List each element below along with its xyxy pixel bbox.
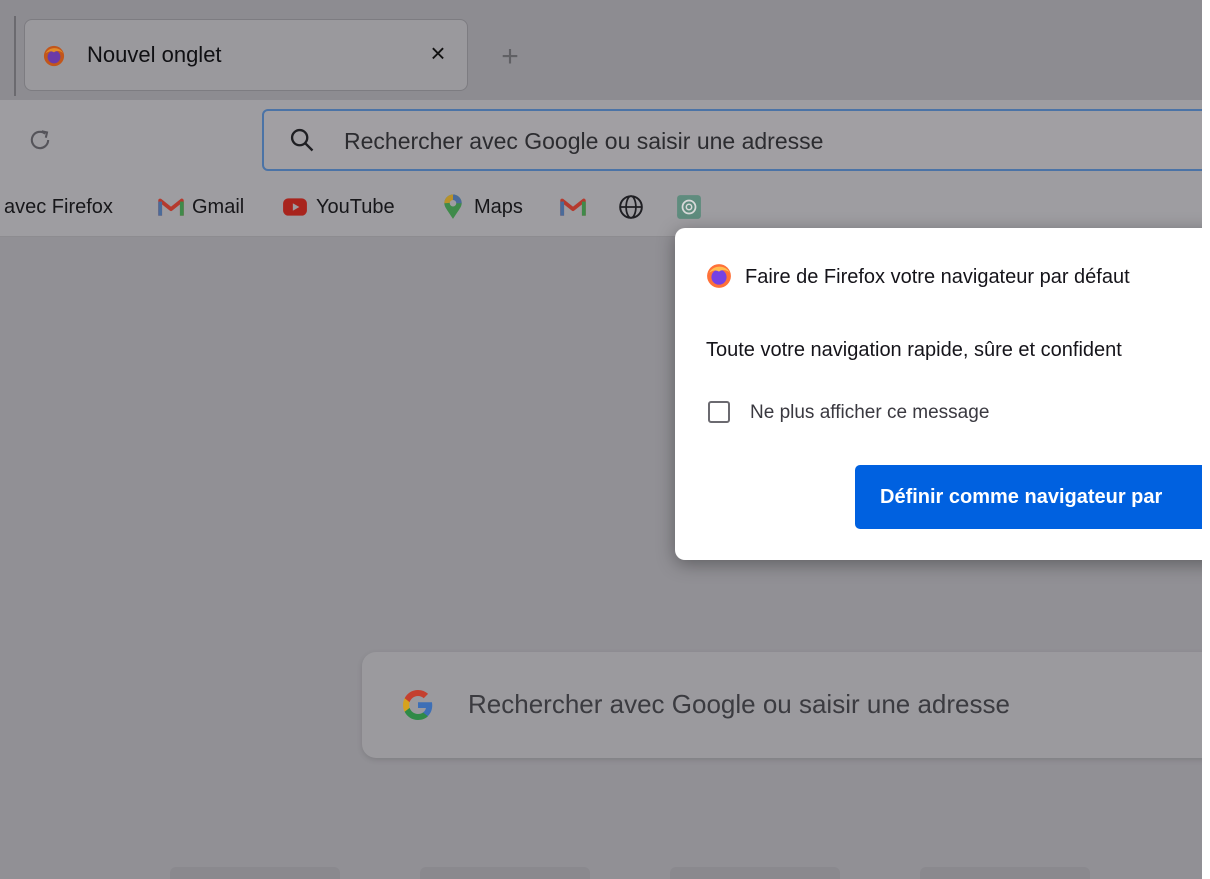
gmail-icon: [560, 198, 586, 216]
top-site-tile[interactable]: [420, 867, 590, 879]
top-site-tile[interactable]: [920, 867, 1090, 879]
new-tab-button[interactable]: +: [495, 42, 525, 72]
dialog-heading: Faire de Firefox votre navigateur par dé…: [745, 266, 1130, 288]
maps-icon: [444, 194, 462, 219]
url-bar[interactable]: Rechercher avec Google ou saisir une adr…: [262, 109, 1210, 171]
bookmark-gmail[interactable]: Gmail: [158, 193, 244, 221]
tab-new-tab[interactable]: Nouvel onglet ×: [24, 19, 468, 91]
navigation-bar: Rechercher avec Google ou saisir une adr…: [0, 100, 1210, 180]
bookmark-chatgpt[interactable]: [676, 193, 710, 221]
tab-close-button[interactable]: ×: [425, 40, 451, 66]
google-icon: [403, 690, 433, 720]
top-site-tile[interactable]: [170, 867, 340, 879]
window-edge: [14, 16, 16, 96]
tab-title: Nouvel onglet: [87, 42, 222, 67]
bookmark-label: Gmail: [192, 195, 245, 218]
firefox-icon: [43, 45, 65, 67]
bookmark-globe[interactable]: [618, 193, 652, 221]
globe-icon: [619, 195, 643, 219]
search-icon: [290, 128, 314, 152]
gmail-icon: [158, 198, 184, 216]
default-browser-dialog: Faire de Firefox votre navigateur par dé…: [675, 228, 1210, 560]
firefox-icon: [707, 264, 731, 288]
reload-icon[interactable]: [26, 126, 54, 154]
youtube-icon: [283, 198, 307, 216]
bookmark-gmail-2[interactable]: [560, 193, 594, 221]
bookmark-label: avec Firefox: [4, 195, 113, 218]
bookmark-firefox[interactable]: avec Firefox: [4, 193, 113, 221]
window-right-edge: [1202, 0, 1210, 879]
browser-window: Nouvel onglet × + Rechercher avec Google…: [0, 0, 1210, 879]
dialog-body: Toute votre navigation rapide, sûre et c…: [706, 339, 1122, 361]
newtab-search-placeholder: Rechercher avec Google ou saisir une adr…: [468, 689, 1010, 719]
checkbox-label[interactable]: Ne plus afficher ce message: [750, 402, 989, 424]
bookmark-youtube[interactable]: YouTube: [282, 193, 395, 221]
url-bar-placeholder: Rechercher avec Google ou saisir une adr…: [344, 128, 824, 154]
bookmark-maps[interactable]: Maps: [440, 193, 523, 221]
chatgpt-icon: [677, 195, 701, 219]
bookmark-label: Maps: [474, 195, 523, 218]
dont-show-again-checkbox[interactable]: [708, 401, 730, 423]
newtab-search-box[interactable]: Rechercher avec Google ou saisir une adr…: [362, 652, 1210, 758]
tab-strip: Nouvel onglet × +: [0, 0, 1210, 100]
top-site-tile[interactable]: [670, 867, 840, 879]
bookmark-label: YouTube: [316, 195, 395, 218]
set-default-button[interactable]: Définir comme navigateur par: [855, 465, 1210, 529]
